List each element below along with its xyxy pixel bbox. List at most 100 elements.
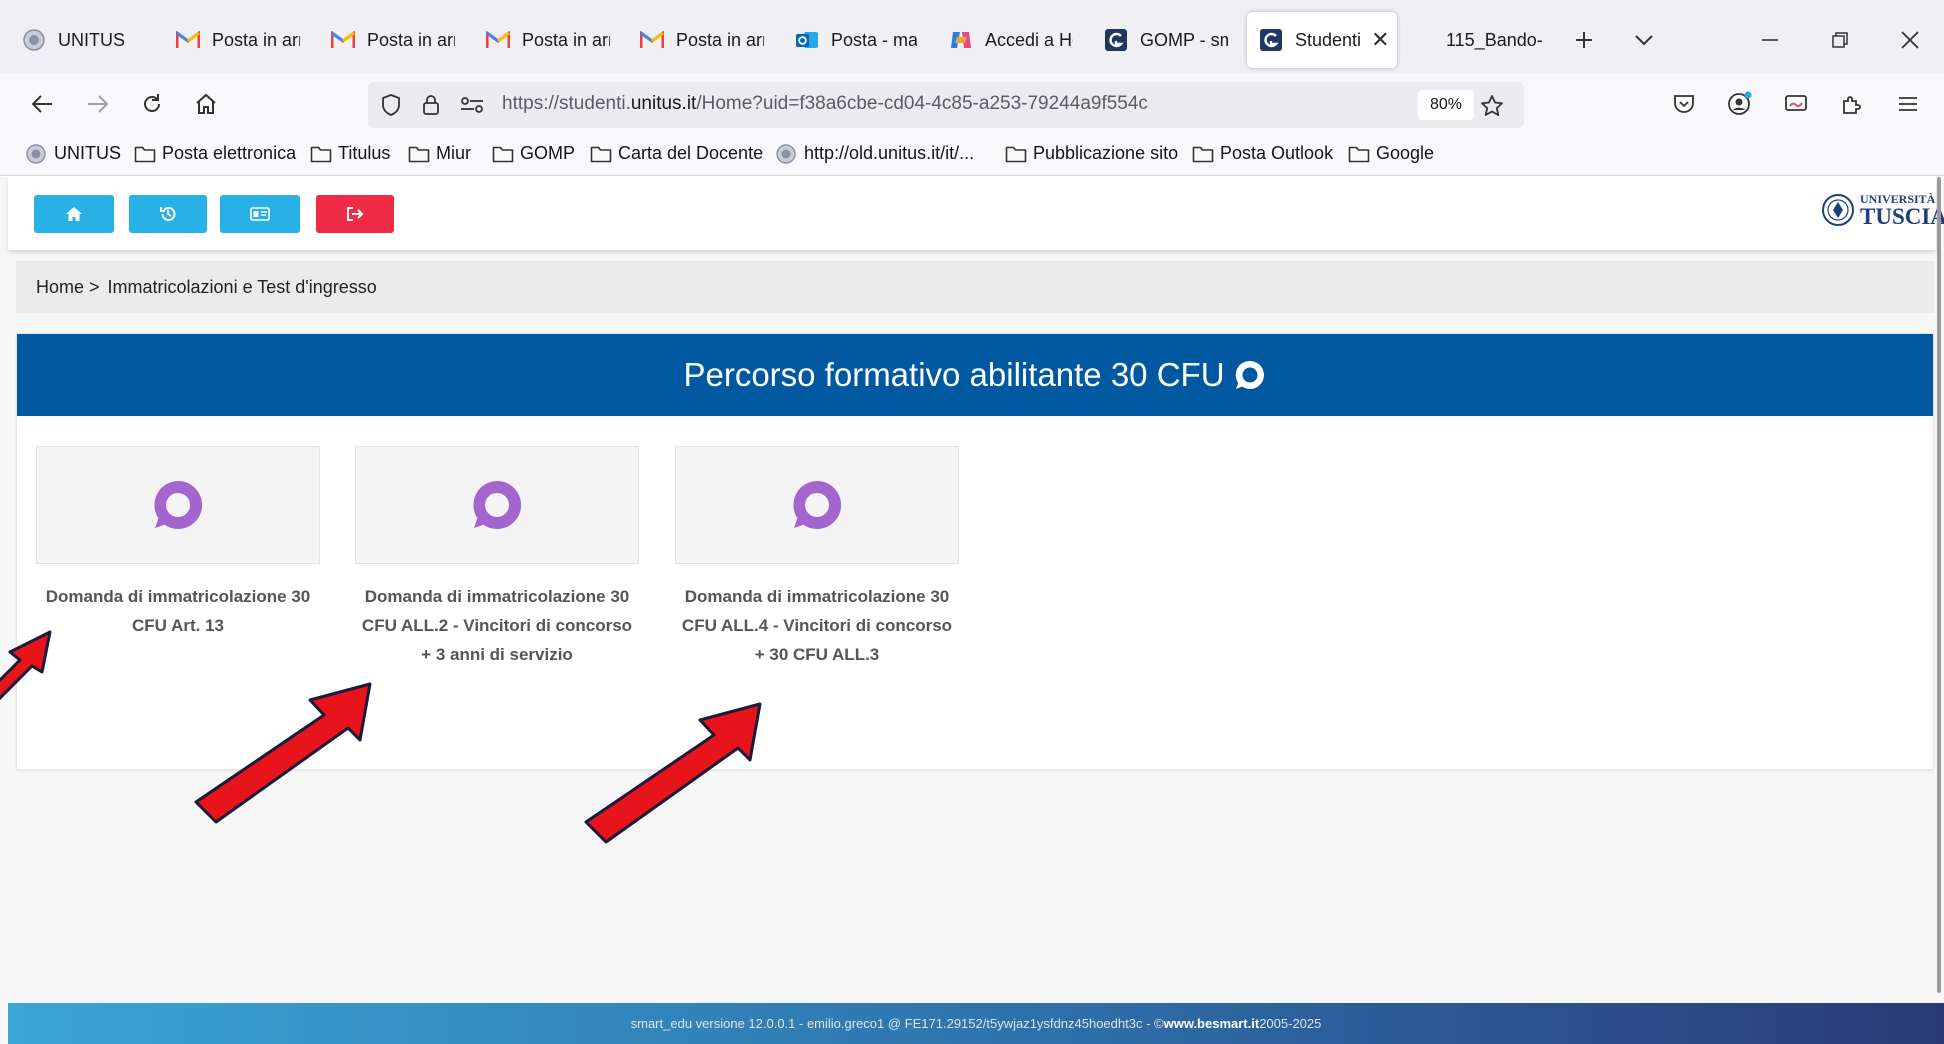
restore-window-icon[interactable] bbox=[1822, 24, 1858, 56]
url-domain: unitus.it bbox=[630, 93, 697, 114]
breadcrumb-home-link[interactable]: Home bbox=[36, 277, 84, 298]
card-tile[interactable] bbox=[355, 446, 639, 564]
folder-icon bbox=[310, 145, 332, 163]
bookmark-titulus[interactable]: Titulus bbox=[310, 143, 390, 164]
card-label-line-2: CFU ALL.2 - Vincitori di concorso bbox=[361, 616, 633, 635]
tab-label: Posta in arri bbox=[212, 29, 300, 50]
card-label-line-1: Domanda di immatricolazione 30 bbox=[684, 587, 950, 606]
home-button[interactable] bbox=[34, 195, 114, 233]
bookmark-label: Google bbox=[1376, 143, 1435, 163]
extensions-puzzle-icon[interactable] bbox=[1836, 88, 1868, 120]
card-label[interactable]: Domanda di immatricolazione 30 CFU ALL.4… bbox=[675, 582, 959, 669]
enrollment-card-art13[interactable]: Domanda di immatricolazione 30 CFU Art. … bbox=[36, 446, 320, 640]
forward-arrow-icon[interactable] bbox=[82, 88, 114, 120]
folder-icon bbox=[1348, 145, 1370, 163]
back-arrow-icon[interactable] bbox=[26, 88, 58, 120]
bookmark-pubblicazione-sito[interactable]: Pubblicazione sito bbox=[1005, 143, 1178, 164]
tab-bando[interactable]: 115_Bando- bbox=[1446, 12, 1546, 68]
bookmark-gomp[interactable]: GOMP bbox=[492, 143, 575, 164]
bookmark-posta-elettronica[interactable]: Posta elettronica bbox=[134, 143, 296, 164]
chat-bubble-icon bbox=[793, 480, 842, 529]
unitus-seal-icon bbox=[776, 143, 798, 164]
browser-tab-bar: UNITUS Posta in arri Posta in arri Posta… bbox=[0, 0, 1944, 74]
tab-studenti[interactable]: Studenti ✕ bbox=[1247, 12, 1397, 68]
permissions-icon[interactable] bbox=[458, 92, 486, 118]
bookmarks-toolbar: UNITUS Posta elettronica Titulus Miur GO… bbox=[0, 134, 1944, 176]
bookmark-old-unitus[interactable]: http://old.unitus.it/it/... bbox=[776, 143, 974, 164]
url-bar[interactable]: https://studenti.unitus.it/Home?uid=f38a… bbox=[368, 82, 1524, 128]
gmail-icon bbox=[176, 28, 200, 52]
tab-gmail-1[interactable]: Posta in arri bbox=[176, 12, 300, 68]
bookmark-carta-del-docente[interactable]: Carta del Docente bbox=[590, 143, 763, 164]
annotation-arrow-1 bbox=[0, 630, 52, 700]
gomp-icon bbox=[1104, 28, 1128, 52]
folder-icon bbox=[408, 145, 430, 163]
enrollment-card-all4[interactable]: Domanda di immatricolazione 30 CFU ALL.4… bbox=[675, 446, 959, 669]
logo-line-2: TUSCIA bbox=[1860, 203, 1944, 229]
bookmark-miur[interactable]: Miur bbox=[408, 143, 471, 164]
tab-copilot[interactable]: Accedi a Ho bbox=[949, 12, 1073, 68]
tab-unitus[interactable]: UNITUS bbox=[22, 12, 172, 68]
tab-gmail-2[interactable]: Posta in arri bbox=[331, 12, 455, 68]
folder-icon bbox=[1192, 145, 1214, 163]
id-card-icon bbox=[250, 207, 270, 221]
tab-gmail-4[interactable]: Posta in arri bbox=[640, 12, 764, 68]
tab-label: Posta in arri bbox=[676, 29, 764, 50]
bookmark-label: Posta Outlook bbox=[1220, 143, 1334, 163]
tab-label: Studenti bbox=[1295, 29, 1362, 50]
footer-link[interactable]: www.besmart.it bbox=[1164, 1016, 1260, 1031]
lock-icon[interactable] bbox=[418, 92, 444, 118]
list-tabs-chevron-down-icon[interactable] bbox=[1628, 24, 1660, 56]
breadcrumb: Home > Immatricolazioni e Test d'ingress… bbox=[16, 261, 1934, 313]
menu-hamburger-icon[interactable] bbox=[1892, 88, 1924, 120]
tab-label: Posta - mar bbox=[831, 29, 917, 50]
history-button[interactable] bbox=[129, 195, 207, 233]
pocket-icon[interactable] bbox=[1668, 88, 1700, 120]
logo-text: UNIVERSITÀ TUSCIA bbox=[1860, 193, 1944, 228]
footer-years: 2005-2025 bbox=[1259, 1016, 1322, 1031]
logout-button[interactable] bbox=[316, 195, 394, 233]
reload-icon[interactable] bbox=[136, 88, 168, 120]
folder-icon bbox=[492, 145, 514, 163]
close-tab-icon[interactable]: ✕ bbox=[1371, 27, 1389, 53]
bookmark-google[interactable]: Google bbox=[1348, 143, 1434, 164]
annotation-arrow-2 bbox=[194, 682, 372, 824]
enrollment-card-all2[interactable]: Domanda di immatricolazione 30 CFU ALL.2… bbox=[355, 446, 639, 669]
card-label-line-3: + 30 CFU ALL.3 bbox=[754, 645, 880, 664]
bookmark-unitus[interactable]: UNITUS bbox=[26, 143, 121, 164]
new-tab-icon[interactable] bbox=[1568, 24, 1600, 56]
card-label[interactable]: Domanda di immatricolazione 30 CFU ALL.2… bbox=[355, 582, 639, 669]
page-scrollbar[interactable] bbox=[1937, 177, 1941, 993]
tab-outlook[interactable]: Posta - mar bbox=[795, 12, 917, 68]
shield-icon[interactable] bbox=[378, 92, 404, 118]
sign-out-icon bbox=[347, 207, 364, 221]
screen-share-icon[interactable] bbox=[1780, 88, 1812, 120]
url-text[interactable]: https://studenti.unitus.it/Home?uid=f38a… bbox=[502, 93, 1148, 115]
card-label[interactable]: Domanda di immatricolazione 30 CFU Art. … bbox=[36, 582, 320, 640]
card-label-line-3: + 3 anni di servizio bbox=[421, 645, 573, 664]
zoom-level-button[interactable]: 80% bbox=[1418, 90, 1475, 120]
id-card-button[interactable] bbox=[220, 195, 300, 233]
close-window-icon[interactable] bbox=[1892, 24, 1928, 56]
bookmark-posta-outlook[interactable]: Posta Outlook bbox=[1192, 143, 1333, 164]
folder-icon bbox=[1005, 145, 1027, 163]
tab-gmail-3[interactable]: Posta in arri bbox=[486, 12, 610, 68]
url-prefix: https://studenti. bbox=[502, 93, 631, 114]
gomp-icon bbox=[1259, 28, 1283, 52]
gmail-icon bbox=[486, 28, 510, 52]
account-icon[interactable] bbox=[1724, 88, 1756, 120]
folder-icon bbox=[134, 145, 156, 163]
card-label-line-1: Domanda di immatricolazione 30 bbox=[45, 587, 311, 606]
tab-gomp[interactable]: GOMP - sm bbox=[1104, 12, 1228, 68]
university-logo[interactable]: UNIVERSITÀ TUSCIA bbox=[1822, 191, 1944, 229]
history-icon bbox=[160, 207, 176, 221]
bookmark-star-icon[interactable] bbox=[1478, 92, 1506, 120]
home-icon[interactable] bbox=[190, 88, 222, 120]
outlook-icon bbox=[795, 28, 819, 52]
card-tile[interactable] bbox=[36, 446, 320, 564]
card-tile[interactable] bbox=[675, 446, 959, 564]
breadcrumb-current: Immatricolazioni e Test d'ingresso bbox=[107, 276, 377, 297]
home-icon bbox=[66, 207, 82, 221]
minimize-window-icon[interactable] bbox=[1752, 24, 1788, 56]
panel-title: Percorso formativo abilitante 30 CFU bbox=[683, 356, 1225, 393]
